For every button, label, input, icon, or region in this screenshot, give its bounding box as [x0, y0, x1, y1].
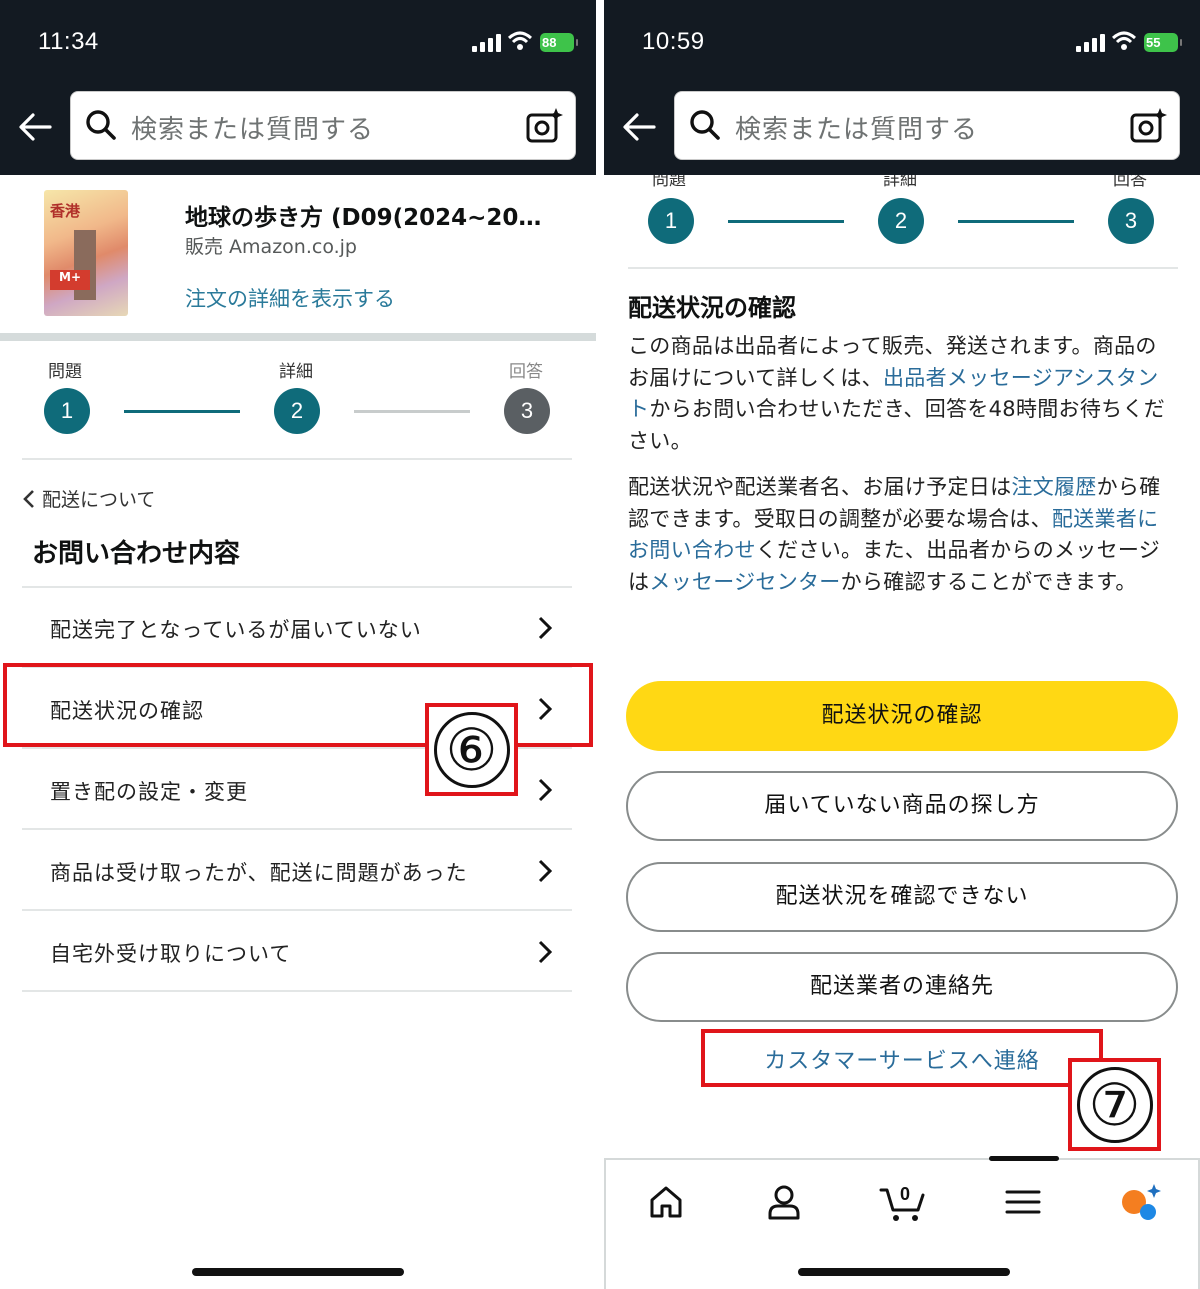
wifi-icon — [508, 31, 532, 50]
menu-item-label: 配送完了となっているが届いていない — [50, 618, 422, 642]
status-time: 11:34 — [38, 28, 99, 55]
info-paragraph-1: この商品は出品者によって販売、発送されます。商品のお届けについて詳しくは、出品者… — [628, 334, 1166, 453]
signal-icon — [1076, 34, 1105, 52]
tab-indicator — [989, 1156, 1059, 1161]
search-input[interactable]: 検索または質問する — [131, 109, 374, 146]
breadcrumb-label: 配送について — [42, 489, 156, 511]
bottom-tab-bar: 0 — [604, 1156, 1200, 1289]
menu-item-delivery-problem[interactable]: 商品は受け取ったが、配送に問題があった — [22, 831, 572, 911]
camera-icon[interactable] — [1129, 106, 1167, 144]
home-indicator — [192, 1268, 404, 1276]
annotation-step-6: ⑥ — [425, 703, 518, 796]
check-delivery-status-button[interactable]: 配送状況の確認 — [626, 681, 1178, 751]
menu-item-label: 自宅外受け取りについて — [50, 942, 292, 966]
divider — [0, 333, 596, 341]
search-input[interactable]: 検索または質問する — [735, 109, 978, 146]
step-label-3: 回答 — [509, 362, 543, 382]
product-title: 地球の歩き方 (D09(2024~20… — [185, 205, 542, 231]
right-screenshot: 10:59 55 検索または質問する 問題 詳細 回答 1 2 3 配送状況の確… — [604, 0, 1200, 1289]
step-circle-3: 3 — [504, 388, 550, 434]
step-circle-1: 1 — [44, 388, 90, 434]
menu-item-delivered-not-received[interactable]: 配送完了となっているが届いていない — [22, 588, 572, 668]
order-details-link[interactable]: 注文の詳細を表示する — [185, 283, 395, 313]
left-screenshot: 11:34 88 検索または質問する 香港 M+ 地球の歩き方 (D09(202… — [0, 0, 596, 1289]
signal-icon — [472, 34, 501, 52]
rufus-assistant-icon[interactable] — [1116, 1180, 1164, 1224]
section-title: 配送状況の確認 — [628, 294, 796, 322]
wifi-icon — [1112, 31, 1136, 50]
message-center-link[interactable]: メッセージセンター — [649, 570, 840, 594]
product-image[interactable]: 香港 M+ — [44, 190, 128, 316]
search-bar[interactable]: 検索または質問する — [674, 91, 1180, 160]
header-bar: 11:34 88 検索または質問する — [0, 0, 596, 175]
chevron-right-icon — [538, 616, 552, 640]
cart-icon[interactable]: 0 — [878, 1180, 932, 1224]
product-seller: 販売 Amazon.co.jp — [185, 236, 357, 258]
step-label-2: 詳細 — [279, 362, 313, 382]
step-circle-1: 1 — [648, 198, 694, 244]
menu-item-pickup-outside-home[interactable]: 自宅外受け取りについて — [22, 912, 572, 992]
search-bar[interactable]: 検索または質問する — [70, 91, 576, 160]
back-arrow-icon[interactable] — [18, 112, 52, 142]
step-circle-3: 3 — [1108, 198, 1154, 244]
highlight-box — [701, 1029, 1103, 1087]
info-paragraph-2: 配送状況や配送業者名、お届け予定日は注文履歴から確認できます。受取日の調整が必要… — [628, 475, 1161, 594]
camera-icon[interactable] — [525, 106, 563, 144]
order-history-link[interactable]: 注文履歴 — [1011, 475, 1096, 499]
chevron-right-icon — [538, 778, 552, 802]
menu-item-label: 置き配の設定・変更 — [50, 780, 248, 804]
step-line-2 — [354, 410, 470, 413]
chevron-right-icon — [538, 940, 552, 964]
step-line-1 — [728, 220, 844, 223]
breadcrumb[interactable]: 配送について — [22, 485, 155, 512]
step-line-1 — [124, 410, 240, 413]
divider — [22, 458, 572, 460]
account-icon[interactable] — [762, 1180, 806, 1224]
search-icon — [86, 110, 116, 140]
step-progress: 問題 詳細 回答 1 2 3 — [22, 352, 572, 452]
battery-icon: 88 — [540, 33, 578, 52]
step-progress: 問題 詳細 回答 1 2 3 — [626, 175, 1176, 260]
chevron-left-icon — [23, 490, 34, 508]
annotation-step-7: ⑦ — [1068, 1058, 1161, 1151]
battery-icon: 55 — [1144, 33, 1182, 52]
step-label-1: 問題 — [48, 362, 82, 382]
chevron-right-icon — [538, 859, 552, 883]
menu-icon[interactable] — [1001, 1180, 1045, 1224]
status-time: 10:59 — [642, 28, 705, 55]
header-bar: 10:59 55 検索または質問する — [604, 0, 1200, 175]
cart-count: 0 — [900, 1184, 910, 1204]
carrier-contact-button[interactable]: 配送業者の連絡先 — [626, 952, 1178, 1022]
find-missing-package-button[interactable]: 届いていない商品の探し方 — [626, 771, 1178, 841]
back-arrow-icon[interactable] — [622, 112, 656, 142]
step-circle-2: 2 — [878, 198, 924, 244]
page-title: お問い合わせ内容 — [32, 539, 241, 569]
annotation-number: ⑥ — [433, 711, 510, 788]
home-indicator — [798, 1268, 1010, 1276]
search-icon — [690, 110, 720, 140]
step-circle-2: 2 — [274, 388, 320, 434]
home-icon[interactable] — [644, 1180, 688, 1224]
menu-item-label: 商品は受け取ったが、配送に問題があった — [50, 861, 468, 885]
divider — [628, 267, 1178, 269]
annotation-number: ⑦ — [1076, 1066, 1153, 1143]
product-image-text: 香港 — [50, 202, 81, 220]
cannot-check-status-button[interactable]: 配送状況を確認できない — [626, 862, 1178, 932]
step-line-2 — [958, 220, 1074, 223]
